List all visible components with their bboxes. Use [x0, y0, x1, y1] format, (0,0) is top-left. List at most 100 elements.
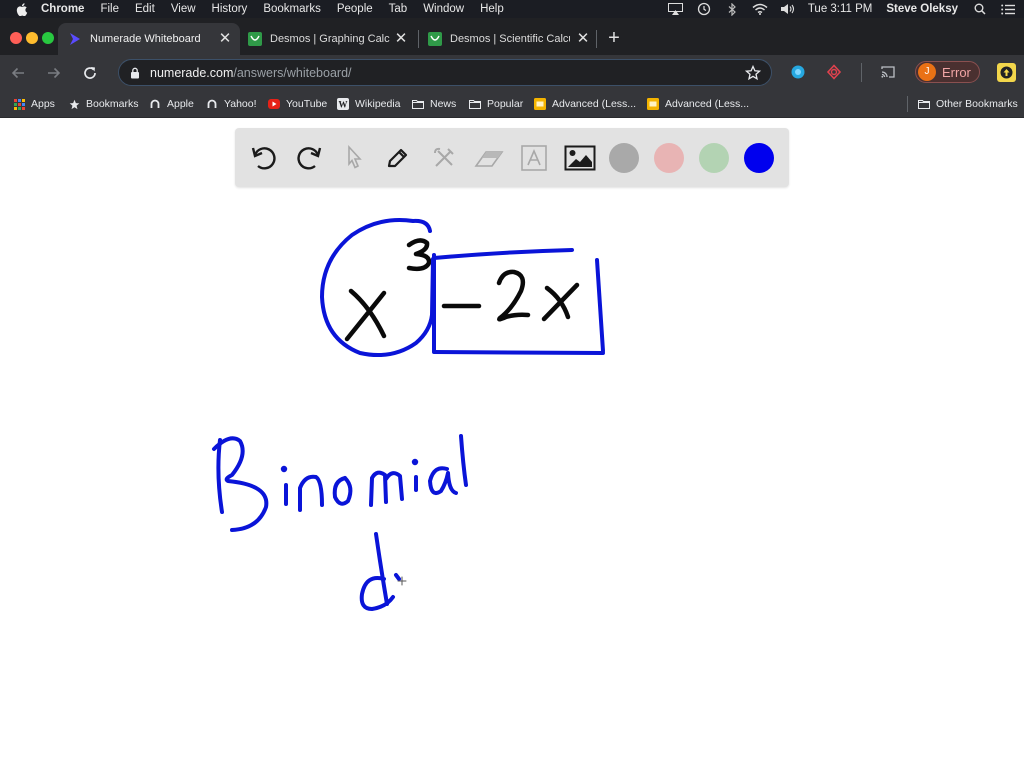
bookmark-label: Apps: [31, 98, 55, 110]
profile-button[interactable]: J Error: [915, 61, 980, 83]
letter-B-stem: [216, 438, 224, 514]
menu-history[interactable]: History: [212, 3, 248, 15]
cursor-arrow-icon: [348, 144, 362, 169]
redo-button[interactable]: [292, 141, 326, 175]
folder-icon: [469, 98, 481, 110]
undo-button[interactable]: [247, 141, 281, 175]
image-tool-button[interactable]: [563, 141, 597, 175]
bookmark-apps[interactable]: Apps: [13, 97, 55, 111]
arrow-right-icon: [48, 67, 61, 79]
macos-menu-bar: Chrome File Edit View History Bookmarks …: [0, 0, 1024, 18]
volume-icon[interactable]: [780, 2, 796, 16]
tab-numerade-whiteboard[interactable]: Numerade Whiteboard ✕: [58, 23, 240, 55]
redo-icon: [297, 147, 322, 170]
bookmark-apple[interactable]: Apple: [149, 97, 194, 111]
bluetooth-icon[interactable]: [724, 2, 740, 16]
window-zoom-button[interactable]: [42, 32, 54, 44]
bookmark-wikipedia[interactable]: W Wikipedia: [337, 97, 401, 111]
spotlight-search-icon[interactable]: [972, 2, 988, 16]
bookmarks-bar: Apps Bookmarks Apple Yahoo! YouTube W Wi…: [0, 90, 1024, 118]
stroke-x-cubed-x1: [344, 290, 387, 342]
color-swatch-gray[interactable]: [609, 143, 639, 173]
address-bar[interactable]: numerade.com/answers/whiteboard/: [118, 59, 772, 86]
extension-blue-icon[interactable]: [790, 64, 806, 80]
bookmark-youtube[interactable]: YouTube: [268, 97, 327, 111]
reload-icon: [84, 67, 96, 79]
close-tab-icon[interactable]: ✕: [576, 31, 590, 46]
bookmark-bookmarks[interactable]: Bookmarks: [68, 97, 139, 111]
eraser-tool-button[interactable]: [472, 141, 506, 175]
tab-strip: Numerade Whiteboard ✕ Desmos | Graphing …: [0, 18, 1024, 55]
wifi-icon[interactable]: [752, 2, 768, 16]
cast-icon[interactable]: [880, 64, 896, 80]
color-swatch-blue[interactable]: [744, 143, 774, 173]
box-top: [432, 248, 574, 260]
clock[interactable]: Tue 3:11 PM: [808, 3, 873, 15]
bookmark-label: Other Bookmarks: [936, 98, 1018, 110]
bookmark-label: YouTube: [286, 98, 328, 110]
lock-icon[interactable]: [129, 67, 141, 79]
close-tab-icon[interactable]: ✕: [394, 31, 408, 46]
wikipedia-icon: W: [337, 98, 349, 110]
menu-window[interactable]: Window: [423, 3, 464, 15]
box-bottom: [432, 350, 605, 355]
bookmark-label: Yahoo!: [224, 98, 257, 110]
youtube-icon: [268, 98, 280, 110]
letter-n: [298, 474, 324, 512]
text-tool-button[interactable]: [517, 141, 551, 175]
globe-icon: [206, 98, 218, 110]
bookmark-star-icon[interactable]: [745, 65, 761, 81]
pen-dot: [394, 573, 401, 581]
time-machine-icon[interactable]: [696, 2, 712, 16]
stroke-2: [496, 269, 531, 322]
reload-button[interactable]: [80, 63, 100, 83]
tab-divider: [596, 30, 597, 48]
wrench-hammer-icon: [434, 147, 454, 167]
menu-people[interactable]: People: [337, 3, 373, 15]
bookmark-label: Apple: [167, 98, 194, 110]
close-tab-icon[interactable]: ✕: [218, 31, 232, 46]
apple-logo-icon[interactable]: [15, 2, 29, 16]
menu-view[interactable]: View: [171, 3, 196, 15]
bookmark-yahoo[interactable]: Yahoo!: [206, 97, 257, 111]
window-minimize-button[interactable]: [26, 32, 38, 44]
airplay-icon[interactable]: [668, 2, 684, 16]
window-close-button[interactable]: [10, 32, 22, 44]
select-tool-button[interactable]: [337, 141, 371, 175]
tab-desmos-graphing[interactable]: Desmos | Graphing Calculator ✕: [238, 23, 416, 55]
user-name[interactable]: Steve Oleksy: [886, 3, 958, 15]
tools-button[interactable]: [427, 141, 461, 175]
tab-desmos-scientific[interactable]: Desmos | Scientific Calculator ✕: [418, 23, 598, 55]
update-button[interactable]: [997, 63, 1016, 82]
browser-toolbar: numerade.com/answers/whiteboard/ J Error: [0, 55, 1024, 90]
color-swatch-green[interactable]: [699, 143, 729, 173]
whiteboard-canvas[interactable]: [0, 119, 1024, 768]
letter-l: [459, 434, 468, 487]
eraser-icon: [474, 151, 504, 167]
pen-tool-button[interactable]: [381, 141, 415, 175]
extension-red-icon[interactable]: [826, 64, 842, 80]
forward-button[interactable]: [44, 63, 64, 83]
bookmark-advanced-1[interactable]: Advanced (Less...: [534, 97, 636, 111]
menu-file[interactable]: File: [100, 3, 119, 15]
menu-edit[interactable]: Edit: [135, 3, 155, 15]
bookmark-label: Bookmarks: [86, 98, 139, 110]
letter-m: [369, 470, 404, 507]
menu-bookmarks[interactable]: Bookmarks: [263, 3, 321, 15]
menu-app-name[interactable]: Chrome: [41, 3, 84, 15]
bookmark-popular[interactable]: Popular: [469, 97, 523, 111]
menu-tab[interactable]: Tab: [389, 3, 408, 15]
slides-icon: [534, 98, 546, 110]
notification-center-icon[interactable]: [1000, 2, 1016, 16]
back-button[interactable]: [8, 63, 28, 83]
menu-help[interactable]: Help: [480, 3, 504, 15]
new-tab-button[interactable]: +: [605, 28, 623, 48]
tab-title: Desmos | Scientific Calculator: [450, 33, 570, 45]
svg-text:W: W: [339, 100, 348, 110]
bookmark-news[interactable]: News: [412, 97, 456, 111]
color-swatch-pink[interactable]: [654, 143, 684, 173]
bookmark-advanced-2[interactable]: Advanced (Less...: [647, 97, 749, 111]
bookmark-other[interactable]: Other Bookmarks: [918, 97, 1018, 111]
image-icon: [564, 145, 596, 171]
tab-title: Numerade Whiteboard: [90, 33, 201, 45]
